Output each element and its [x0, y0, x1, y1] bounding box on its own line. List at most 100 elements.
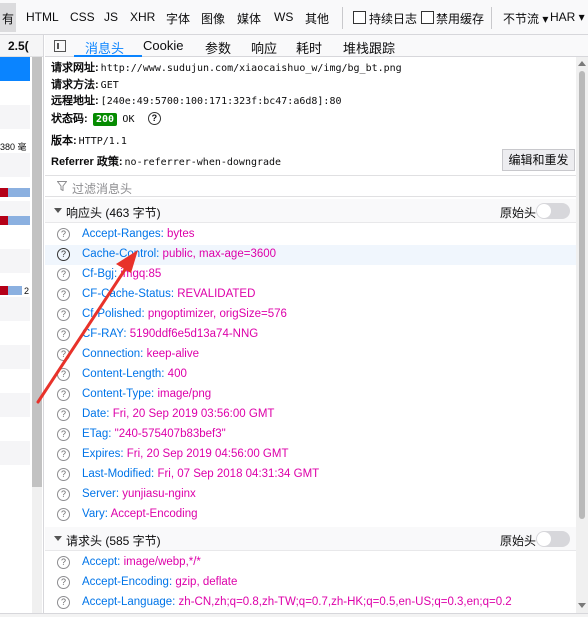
header-name: Accept-Language: zh-CN,zh;q=0.8,zh-TW;q=… [82, 596, 512, 608]
help-icon[interactable]: ? [57, 428, 70, 441]
header-row[interactable]: ? CF-Cache-Status: REVALIDATED [45, 285, 576, 305]
header-row[interactable]: ? Cache-Control: public, max-age=3600 [45, 245, 576, 265]
request-url-value: http://www.sudujun.com/xiaocaishuo_w/img… [100, 63, 402, 74]
filter-js-button[interactable]: JS [104, 10, 118, 24]
waterfall-bar [8, 286, 22, 295]
header-value: imgq:85 [120, 268, 162, 280]
header-row[interactable]: ? Cf-Polished: pngoptimizer, origSize=576 [45, 305, 576, 325]
throttle-dropdown[interactable]: 不节流 ▾ [503, 10, 548, 27]
help-icon[interactable]: ? [57, 228, 70, 241]
request-row[interactable] [0, 105, 30, 129]
request-row[interactable] [0, 441, 30, 465]
raw-headers-toggle[interactable] [536, 531, 570, 547]
header-row[interactable]: ? Server: yunjiasu-nginx [45, 485, 576, 505]
request-method-row: 请求方法: GET [51, 76, 119, 92]
header-value: public, max-age=3600 [162, 248, 277, 260]
request-list-scrollbar-thumb[interactable] [32, 57, 42, 487]
header-name: Cache-Control: public, max-age=3600 [82, 248, 277, 260]
request-row[interactable] [0, 345, 30, 369]
tab-params[interactable]: 参数 [205, 38, 231, 57]
help-icon[interactable]: ? [57, 308, 70, 321]
header-row[interactable]: ? Vary: Accept-Encoding [45, 505, 576, 525]
help-icon[interactable]: ? [57, 488, 70, 501]
help-icon[interactable]: ? [57, 248, 70, 261]
raw-headers-toggle[interactable] [536, 203, 570, 219]
har-dropdown[interactable]: HAR ▾ [550, 10, 585, 24]
tab-stack-trace[interactable]: 堆栈跟踪 [343, 38, 395, 57]
response-headers-section-header[interactable]: 响应头 (463 字节) 原始头 [45, 199, 576, 223]
persist-logs-checkbox[interactable] [353, 11, 366, 24]
tab-timings[interactable]: 耗时 [296, 38, 322, 57]
filter-ws-button[interactable]: WS [274, 10, 293, 24]
scroll-up-arrow-icon[interactable] [578, 61, 586, 66]
help-icon[interactable]: ? [57, 328, 70, 341]
version-value: HTTP/1.1 [78, 136, 127, 147]
header-row[interactable]: ? CF-RAY: 5190ddf6e5d13a74-NNG [45, 325, 576, 345]
help-icon[interactable]: ? [57, 448, 70, 461]
header-name: Accept-Ranges: bytes [82, 228, 195, 240]
edit-and-resend-button[interactable]: 编辑和重发 [502, 149, 575, 171]
header-row[interactable]: ? Accept-Ranges: bytes [45, 225, 576, 245]
request-row[interactable] [0, 393, 30, 417]
scroll-down-arrow-icon[interactable] [578, 603, 586, 608]
header-row[interactable]: ? Cf-Bgj: imgq:85 [45, 265, 576, 285]
header-value: 400 [167, 368, 187, 380]
details-scrollbar[interactable] [576, 57, 588, 613]
filter-xhr-button[interactable]: XHR [130, 10, 155, 24]
header-row[interactable]: ? Date: Fri, 20 Sep 2019 03:56:00 GMT [45, 405, 576, 425]
filter-images-button[interactable]: 图像 [201, 10, 225, 27]
help-icon[interactable]: ? [57, 468, 70, 481]
header-row[interactable]: ? Accept-Encoding: gzip, deflate [45, 573, 576, 593]
header-row[interactable]: ? Accept: image/webp,*/* [45, 553, 576, 573]
header-name: Server: yunjiasu-nginx [82, 488, 196, 500]
header-row[interactable]: ? Accept-Language: zh-CN,zh;q=0.8,zh-TW;q… [45, 593, 576, 613]
raw-headers-label: 原始头 [500, 534, 537, 548]
header-row[interactable]: ? Connection: keep-alive [45, 345, 576, 365]
request-row[interactable] [0, 153, 30, 177]
filter-html-button[interactable]: HTML [26, 10, 59, 24]
help-icon[interactable]: ? [57, 508, 70, 521]
raw-headers-label: 原始头 [500, 206, 537, 220]
help-icon[interactable]: ? [57, 408, 70, 421]
version-label: 版本: [51, 135, 77, 147]
header-name: Date: Fri, 20 Sep 2019 03:56:00 GMT [82, 408, 275, 420]
filter-css-button[interactable]: CSS [70, 10, 95, 24]
selected-request-row[interactable] [0, 57, 30, 81]
header-row[interactable]: ? Last-Modified: Fri, 07 Sep 2018 04:31:3… [45, 465, 576, 485]
request-row[interactable] [0, 297, 30, 321]
toggle-sidebar-icon[interactable] [54, 40, 66, 52]
status-help-icon[interactable]: ? [147, 112, 161, 126]
help-icon[interactable]: ? [57, 368, 70, 381]
request-row[interactable] [0, 249, 30, 273]
header-value: zh-CN,zh;q=0.8,zh-TW;q=0.7,zh-HK;q=0.5,e… [178, 596, 512, 608]
header-name: Accept-Encoding: gzip, deflate [82, 576, 238, 588]
request-url-label: 请求网址: [51, 62, 99, 74]
help-icon[interactable]: ? [57, 348, 70, 361]
tab-response[interactable]: 响应 [251, 38, 277, 57]
filter-media-button[interactable]: 媒体 [237, 10, 261, 27]
help-icon[interactable]: ? [57, 268, 70, 281]
header-row[interactable]: ? ETag: "240-575407b83bef3" [45, 425, 576, 445]
filter-fonts-button[interactable]: 字体 [166, 10, 190, 27]
header-row[interactable]: ? Expires: Fri, 20 Sep 2019 04:56:00 GMT [45, 445, 576, 465]
header-row[interactable]: ? Content-Length: 400 [45, 365, 576, 385]
filter-headers-input[interactable]: 过滤消息头 [72, 180, 132, 197]
referrer-policy-row: Referrer 政策: no-referrer-when-downgrade [51, 153, 281, 169]
help-icon[interactable]: ? [57, 596, 70, 609]
help-icon[interactable]: ? [57, 576, 70, 589]
help-icon[interactable]: ? [57, 388, 70, 401]
waterfall-bar [0, 286, 8, 295]
tab-cookies[interactable]: Cookie [143, 38, 183, 53]
disable-cache-checkbox[interactable] [421, 11, 434, 24]
help-icon[interactable]: ? [57, 288, 70, 301]
toolbar-divider [491, 7, 492, 29]
filter-other-button[interactable]: 其他 [305, 10, 329, 27]
expand-arrow-icon[interactable] [54, 208, 62, 213]
request-headers-section-header[interactable]: 请求头 (585 字节) 原始头 [45, 527, 576, 551]
help-icon[interactable]: ? [57, 556, 70, 569]
filter-all-button[interactable]: 有 [0, 3, 17, 32]
header-name: Vary: Accept-Encoding [82, 508, 198, 520]
header-row[interactable]: ? Content-Type: image/png [45, 385, 576, 405]
expand-arrow-icon[interactable] [54, 536, 62, 541]
details-scrollbar-thumb[interactable] [579, 71, 585, 519]
